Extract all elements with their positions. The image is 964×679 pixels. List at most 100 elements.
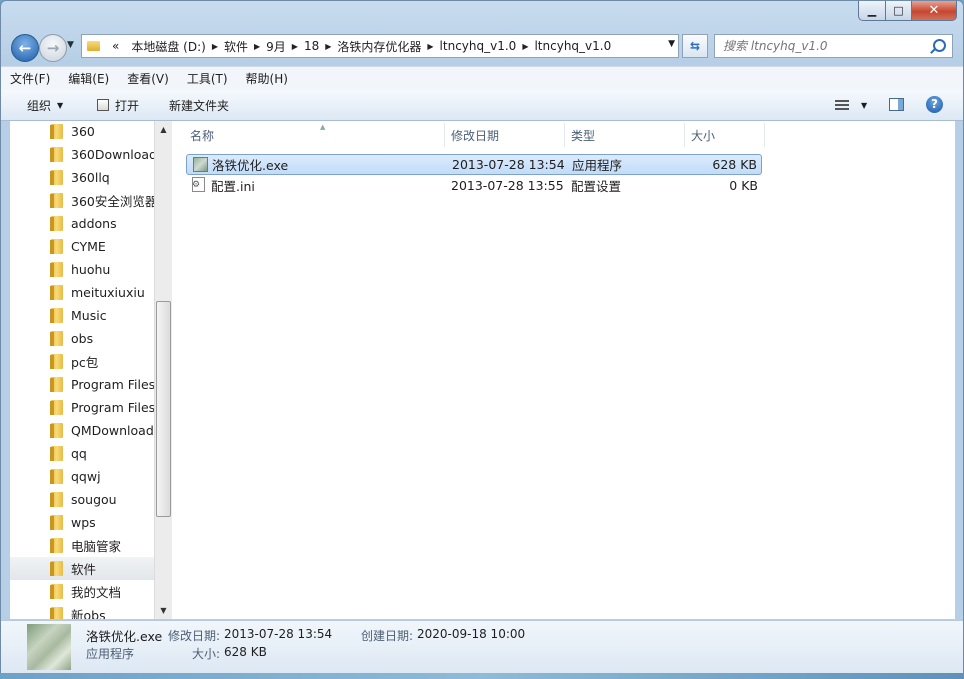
tree-item[interactable]: 360安全浏览器 xyxy=(10,189,155,212)
menu-view[interactable]: 查看(V) xyxy=(118,70,178,87)
forward-button[interactable]: → xyxy=(39,34,67,62)
tree-item[interactable]: CYME xyxy=(10,235,155,258)
scroll-up-icon[interactable]: ▲ xyxy=(155,121,172,138)
new-folder-button[interactable]: 新建文件夹 xyxy=(169,90,229,120)
folder-icon xyxy=(50,216,63,231)
tree-item-label: 电脑管家 xyxy=(71,539,122,554)
details-type: 应用程序 xyxy=(86,647,135,661)
minimize-button[interactable]: ▁ xyxy=(858,1,886,21)
recent-pages-dropdown[interactable]: ▼ xyxy=(67,40,74,50)
details-created-value: 2020-09-18 10:00 xyxy=(417,627,526,641)
breadcrumb-item[interactable]: ltncyhq_v1.0 xyxy=(434,39,523,53)
folder-icon xyxy=(50,308,63,323)
column-header-type[interactable]: 类型 xyxy=(565,123,685,147)
refresh-button[interactable]: ⇆ xyxy=(682,34,708,58)
tree-item[interactable]: QMDownload xyxy=(10,419,155,442)
tree-item-label: pc包 xyxy=(71,355,99,370)
search-icon[interactable] xyxy=(933,39,946,52)
tree-item[interactable]: 电脑管家 xyxy=(10,534,155,557)
tree-item[interactable]: 360 xyxy=(10,121,155,143)
tree-item-label: sougou xyxy=(71,492,117,507)
file-row[interactable]: 洛铁优化.exe 2013-07-28 13:54 应用程序 628 KB xyxy=(186,154,762,175)
tree-item[interactable]: pc包 xyxy=(10,350,155,373)
folder-icon xyxy=(50,285,63,300)
breadcrumb-item[interactable]: 软件 xyxy=(218,38,254,55)
tree-item-label: 360安全浏览器 xyxy=(71,194,155,209)
scroll-down-icon[interactable]: ▼ xyxy=(155,602,172,619)
tree-item[interactable]: meituxiuxiu xyxy=(10,281,155,304)
tree-item[interactable]: Program Files xyxy=(10,396,155,419)
scroll-thumb[interactable] xyxy=(156,301,171,517)
breadcrumb-item[interactable]: 18 xyxy=(298,39,325,53)
folder-icon xyxy=(50,607,63,619)
maximize-button[interactable]: □ xyxy=(886,1,912,21)
folder-icon xyxy=(50,423,63,438)
menu-help[interactable]: 帮助(H) xyxy=(237,70,297,87)
preview-pane-icon[interactable] xyxy=(889,98,904,111)
menu-edit[interactable]: 编辑(E) xyxy=(59,70,118,87)
column-header-modified[interactable]: 修改日期 xyxy=(445,123,565,147)
file-thumbnail xyxy=(27,624,71,670)
organize-button[interactable]: 组织 ▼ xyxy=(27,90,63,120)
folder-icon xyxy=(50,170,63,185)
file-row[interactable]: 配置.ini 2013-07-28 13:55 配置设置 0 KB xyxy=(186,175,762,196)
column-header-size[interactable]: 大小 xyxy=(685,123,765,147)
application-icon xyxy=(193,157,208,172)
help-icon[interactable]: ? xyxy=(926,96,943,113)
tree-item[interactable]: obs xyxy=(10,327,155,350)
tree-item[interactable]: qqwj xyxy=(10,465,155,488)
tree-item[interactable]: 360Downloads xyxy=(10,143,155,166)
search-input[interactable] xyxy=(715,38,925,54)
breadcrumb-item[interactable]: 本地磁盘 (D:) xyxy=(125,38,211,55)
breadcrumb-item[interactable]: 洛铁内存优化器 xyxy=(331,38,427,55)
navigation-bar: ← → ▼ « 本地磁盘 (D:) ▶ 软件 ▶ 9月 ▶ 18 ▶ 洛铁内存优… xyxy=(1,31,963,65)
tree-item[interactable]: qq xyxy=(10,442,155,465)
back-button[interactable]: ← xyxy=(11,34,39,62)
tree-item[interactable]: 新obs xyxy=(10,603,155,619)
folder-icon xyxy=(50,492,63,507)
tree-item-label: qqwj xyxy=(71,469,101,484)
tree-item[interactable]: 我的文档 xyxy=(10,580,155,603)
tree-item[interactable]: Music xyxy=(10,304,155,327)
details-size-value: 628 KB xyxy=(224,645,267,659)
search-box[interactable] xyxy=(714,34,953,58)
breadcrumb-item[interactable]: 9月 xyxy=(260,38,292,55)
tree-item[interactable]: wps xyxy=(10,511,155,534)
open-label: 打开 xyxy=(115,98,140,113)
change-view-button[interactable]: ▼ xyxy=(835,90,867,120)
menu-tools[interactable]: 工具(T) xyxy=(178,70,237,87)
menu-file[interactable]: 文件(F) xyxy=(1,70,59,87)
file-size: 0 KB xyxy=(729,178,758,193)
tree-item[interactable]: addons xyxy=(10,212,155,235)
close-button[interactable]: ✕ xyxy=(912,1,957,21)
column-modified-label: 修改日期 xyxy=(451,128,500,143)
breadcrumb-overflow[interactable]: « xyxy=(106,39,125,53)
details-created-label: 创建日期: xyxy=(361,629,414,643)
details-size-label: 大小: xyxy=(192,647,221,661)
tree-item-label: Program Files xyxy=(71,377,155,392)
tree-item[interactable]: 软件 xyxy=(10,557,155,580)
tree-item-label: obs xyxy=(71,331,94,346)
breadcrumb-item[interactable]: ltncyhq_v1.0 xyxy=(528,39,617,53)
folder-icon xyxy=(50,331,63,346)
tree-item[interactable]: huohu xyxy=(10,258,155,281)
file-modified: 2013-07-28 13:54 xyxy=(452,157,565,172)
folder-icon xyxy=(50,354,63,369)
chevron-down-icon: ▼ xyxy=(861,100,868,110)
address-bar[interactable]: « 本地磁盘 (D:) ▶ 软件 ▶ 9月 ▶ 18 ▶ 洛铁内存优化器 ▶ l… xyxy=(81,34,679,58)
column-type-label: 类型 xyxy=(571,128,596,143)
title-bar: ▁ □ ✕ xyxy=(1,1,963,31)
tree-item-label: meituxiuxiu xyxy=(71,285,145,300)
address-dropdown-icon[interactable]: ▼ xyxy=(668,39,675,49)
view-list-icon xyxy=(835,100,849,110)
open-button[interactable]: 打开 xyxy=(97,90,139,120)
navigation-scrollbar[interactable]: ▲ ▼ xyxy=(154,121,172,619)
folder-icon xyxy=(50,124,63,139)
column-header-name[interactable]: 名称 ▲ xyxy=(184,123,445,147)
command-bar: 组织 ▼ 打开 新建文件夹 ▼ ? xyxy=(1,90,963,121)
file-type: 应用程序 xyxy=(572,158,623,173)
tree-item-label: 新obs xyxy=(71,608,106,619)
tree-item[interactable]: 360llq xyxy=(10,166,155,189)
tree-item[interactable]: sougou xyxy=(10,488,155,511)
tree-item[interactable]: Program Files xyxy=(10,373,155,396)
